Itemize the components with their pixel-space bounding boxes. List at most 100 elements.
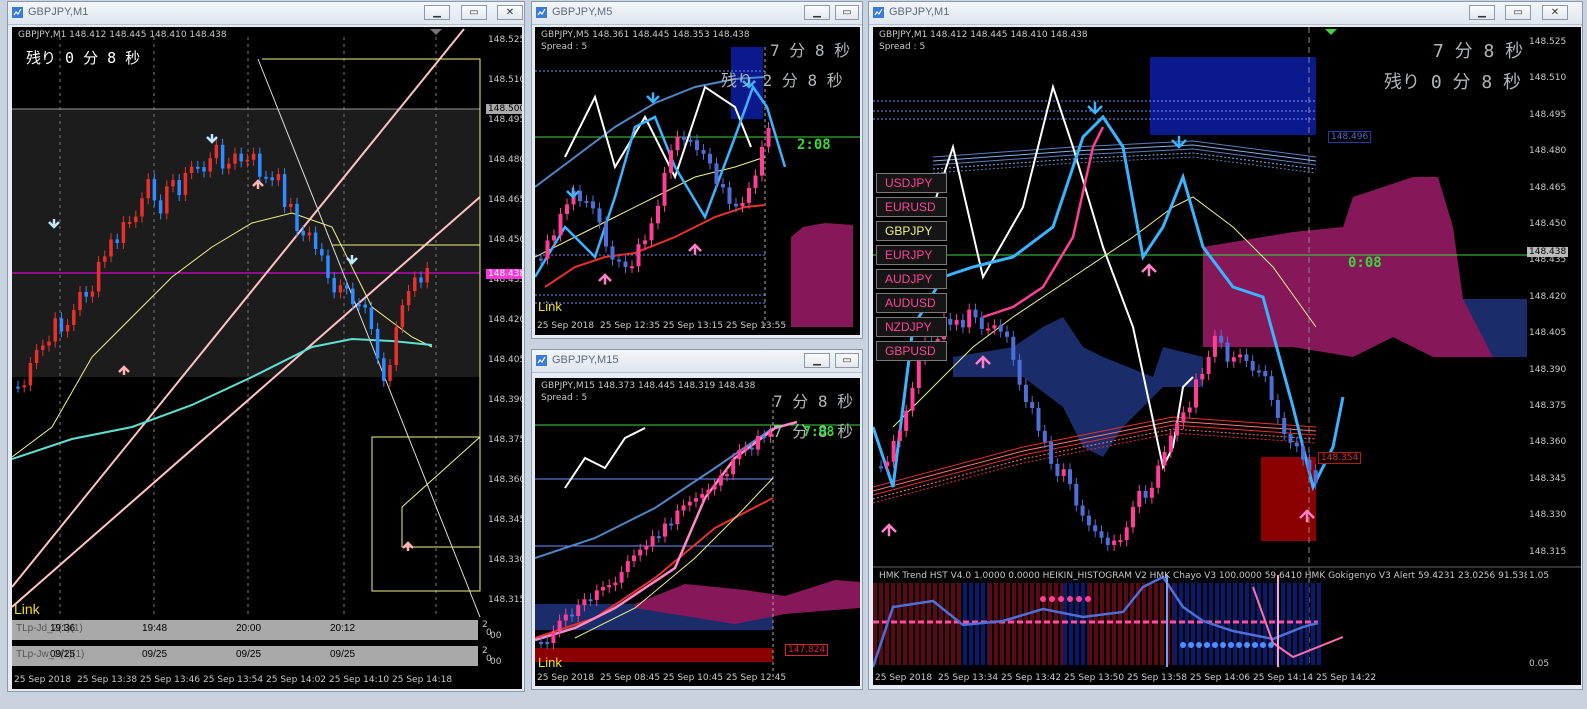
histogram-bar <box>873 583 877 665</box>
minimize-icon: ▁ <box>813 355 821 366</box>
maximize-button[interactable]: ▭ <box>835 353 859 368</box>
histogram-bar <box>1227 583 1231 665</box>
chart-canvas-left[interactable] <box>12 27 522 689</box>
symbol-button[interactable]: EURJPY <box>876 245 947 265</box>
histogram-dot <box>1180 642 1186 648</box>
chart-window-m5[interactable]: GBPJPY,M5 ▁ ▭ GBPJPY,M5 148.361 148.445 … <box>531 1 863 339</box>
candle <box>220 144 225 169</box>
histogram-bar <box>1281 583 1285 665</box>
histogram-bar <box>1221 583 1225 665</box>
price-axis-label: 148.525 <box>1529 37 1567 47</box>
symbol-button[interactable]: USDJPY <box>876 173 947 193</box>
candle <box>636 244 641 267</box>
countdown-label: 7:08 <box>803 425 835 440</box>
lower-price-tag: 147.824 <box>785 644 829 656</box>
level-price-tag: 148.500 <box>486 104 522 114</box>
oscillator-line <box>564 85 752 180</box>
window-titlebar[interactable]: GBPJPY,M1 ▁ ▭ ✕ <box>8 2 524 25</box>
window-titlebar[interactable]: GBPJPY,M1 ▁ ▭ ✕ <box>869 2 1582 25</box>
price-chart-m15[interactable]: GBPJPY,M15 148.373 148.445 148.319 148.4… <box>535 378 860 686</box>
spread-label: Spread : 5 <box>541 393 588 403</box>
histogram-dot <box>1236 642 1242 648</box>
histogram-bar <box>879 583 883 665</box>
price-axis-label: 148.330 <box>488 555 522 565</box>
histogram-bar <box>1197 583 1201 665</box>
candle <box>270 177 274 181</box>
candle <box>552 235 556 241</box>
bar-scale: 00 <box>490 631 502 641</box>
candle <box>954 319 959 325</box>
candle <box>570 614 574 617</box>
candle <box>282 174 287 207</box>
minimize-button[interactable]: ▁ <box>804 353 830 368</box>
candle <box>681 505 686 511</box>
candle <box>551 631 556 644</box>
close-button[interactable]: ✕ <box>1542 5 1568 20</box>
candle <box>731 459 736 475</box>
minimize-button[interactable]: ▁ <box>424 5 450 20</box>
maximize-button[interactable]: ▭ <box>1505 5 1531 20</box>
signal-arrow <box>646 92 660 104</box>
candle <box>591 201 595 209</box>
time-axis-label: 25 Sep 13:38 <box>77 675 138 685</box>
candle <box>53 318 57 342</box>
candle <box>1068 469 1072 484</box>
symbol-button[interactable]: GBPUSD <box>876 341 947 361</box>
candle <box>1042 430 1047 442</box>
histogram-bar <box>1048 583 1052 665</box>
candle <box>1257 370 1261 373</box>
histogram-bar <box>1030 583 1034 665</box>
price-chart-left[interactable]: GBPJPY,M1 148.412 148.445 148.410 148.43… <box>12 27 522 689</box>
signal-arrow <box>688 243 702 255</box>
histogram-bar <box>1100 583 1104 665</box>
histogram-dot <box>1228 642 1234 648</box>
candle <box>675 136 680 151</box>
chart-window-right[interactable]: GBPJPY,M1 ▁ ▭ ✕ GBPJPY,M1 148.412 148.44… <box>868 1 1583 690</box>
price-chart-right[interactable]: GBPJPY,M1 148.412 148.445 148.410 148.43… <box>873 27 1581 685</box>
candle <box>656 205 660 224</box>
candle <box>682 136 686 140</box>
chart-window-m15[interactable]: GBPJPY,M15 ▁ ▭ GBPJPY,M15 148.373 148.44… <box>531 349 863 690</box>
box-line <box>401 436 481 548</box>
histogram-bar <box>1063 583 1067 665</box>
box-price-tag: 148.354 <box>1318 452 1362 464</box>
symbol-button[interactable]: AUDJPY <box>876 269 947 289</box>
histogram-dot <box>1049 596 1055 602</box>
symbol-button[interactable]: GBPJPY <box>876 221 947 241</box>
candle <box>332 277 336 293</box>
histogram-bar <box>1293 583 1297 665</box>
minimize-button[interactable]: ▁ <box>804 5 830 20</box>
candle <box>973 309 978 318</box>
candle <box>669 523 674 526</box>
minimize-button[interactable]: ▁ <box>1469 5 1495 20</box>
symbol-button[interactable]: AUDUSD <box>876 293 947 313</box>
candle <box>1055 463 1060 476</box>
window-titlebar[interactable]: GBPJPY,M15 ▁ ▭ <box>532 350 862 373</box>
histogram-bar <box>1024 583 1028 665</box>
histogram-dot <box>1067 596 1073 602</box>
bar-time: 19:48 <box>142 623 168 634</box>
candle <box>613 582 618 586</box>
candle <box>675 510 680 525</box>
maximize-button[interactable]: ▭ <box>835 5 859 20</box>
price-axis-label: 148.420 <box>1529 291 1567 302</box>
candle <box>41 345 45 350</box>
candle <box>1118 540 1123 543</box>
bar-scale: 00 <box>490 657 502 667</box>
symbol-button[interactable]: NZDJPY <box>876 317 947 337</box>
candle <box>121 222 126 243</box>
candle <box>239 153 243 162</box>
symbol-button[interactable]: EURUSD <box>876 197 947 217</box>
candle <box>662 172 667 206</box>
candle <box>16 386 20 389</box>
window-titlebar[interactable]: GBPJPY,M5 ▁ ▭ <box>532 2 862 25</box>
histogram-dot <box>1252 642 1258 648</box>
candle <box>115 239 119 243</box>
price-chart-m5[interactable]: GBPJPY,M5 148.361 148.445 148.353 148.43… <box>535 27 860 335</box>
chart-canvas-right[interactable] <box>873 27 1581 685</box>
close-button[interactable]: ✕ <box>497 5 523 20</box>
chart-window-left[interactable]: GBPJPY,M1 ▁ ▭ ✕ GBPJPY,M1 148.412 148.44… <box>7 1 525 692</box>
maximize-button[interactable]: ▭ <box>461 5 487 20</box>
time-axis-label: 25 Sep 14:06 <box>1190 673 1251 683</box>
candle <box>737 449 742 460</box>
